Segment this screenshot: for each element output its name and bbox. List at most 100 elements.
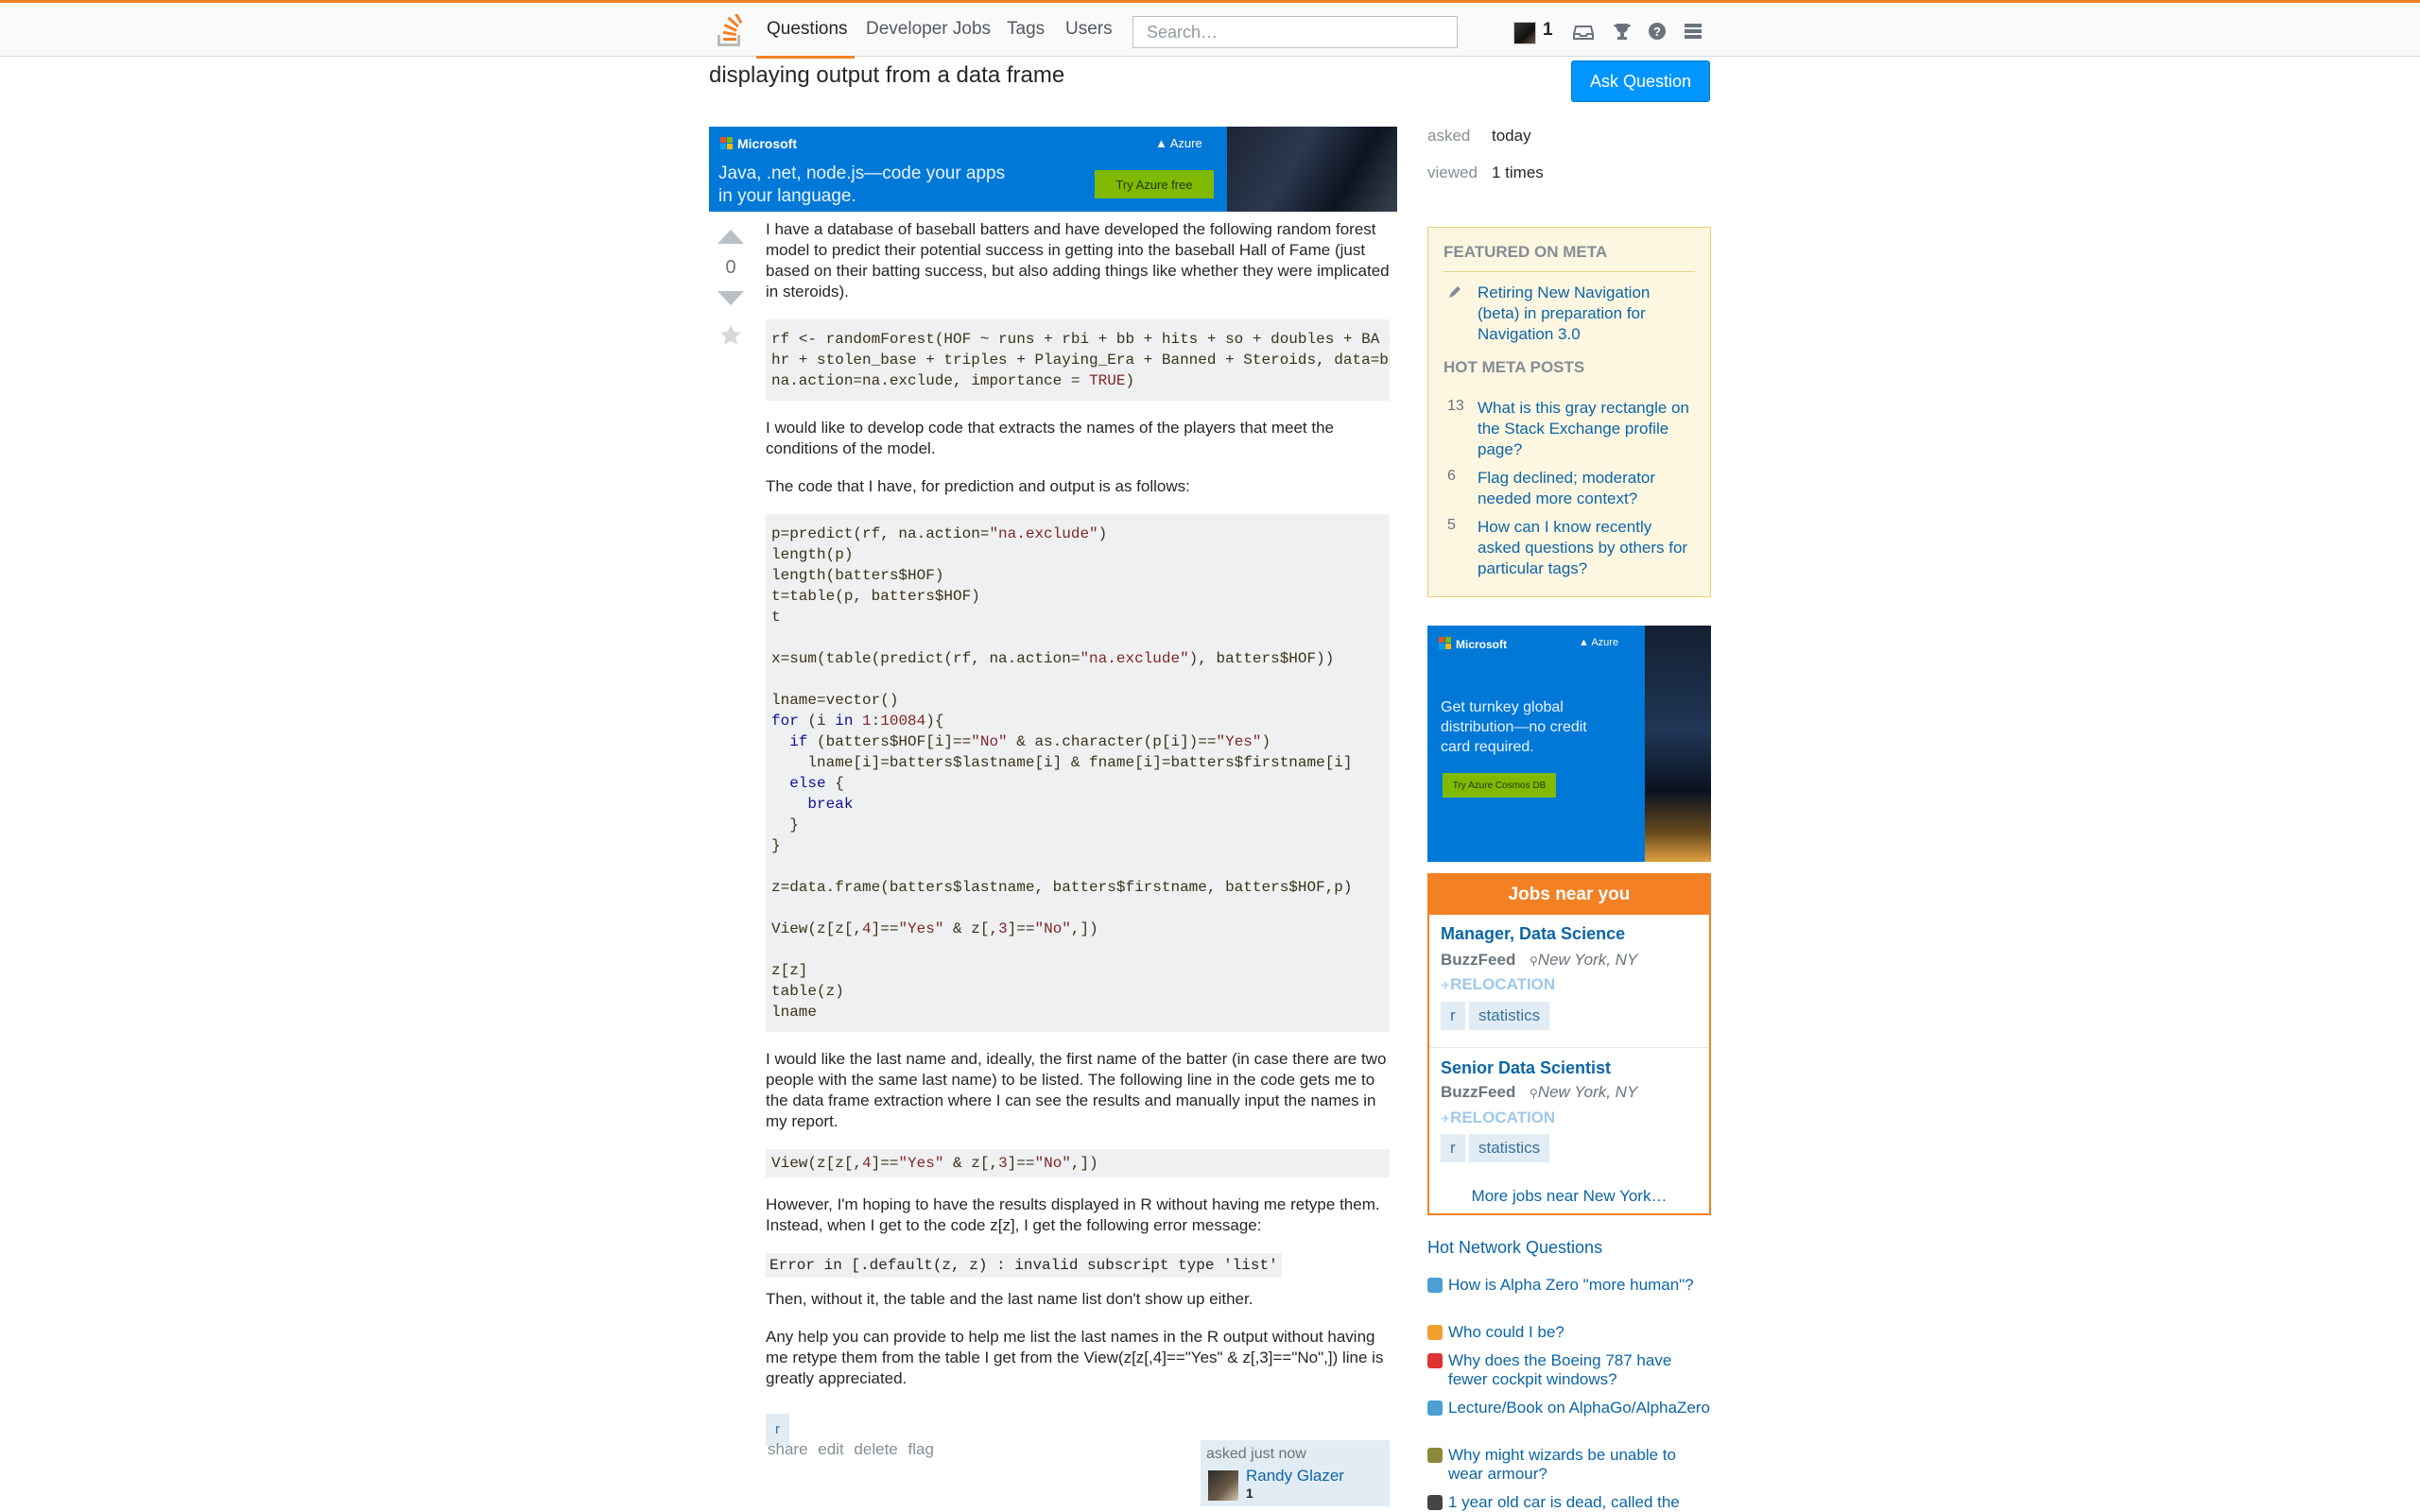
hot-meta-link[interactable]: What is this gray rectangle on the Stack… [1478, 398, 1689, 460]
share-link[interactable]: share [768, 1440, 808, 1458]
vote-count: 0 [725, 257, 736, 278]
owner-name[interactable]: Randy Glazer [1246, 1467, 1344, 1486]
ad-image [1227, 127, 1397, 212]
featured-meta-link[interactable]: Retiring New Navigation (beta) in prepar… [1478, 283, 1689, 345]
hot-meta-posts-heading: Hot Meta Posts [1443, 358, 1585, 376]
code-block-random-forest: rf <- randomForest(HOF ~ runs + rbi + bb… [766, 319, 1390, 401]
job-relocation: ✈Relocation [1441, 975, 1556, 993]
job-tag[interactable]: statistics [1469, 1134, 1550, 1162]
ask-question-button[interactable]: Ask Question [1571, 60, 1710, 102]
hot-network-question-link[interactable]: Why does the Boeing 787 have fewer cockp… [1448, 1351, 1713, 1389]
owner-reputation: 1 [1246, 1486, 1253, 1501]
downvote-arrow-icon[interactable] [716, 289, 746, 308]
more-jobs-link[interactable]: More jobs near New York… [1429, 1187, 1709, 1206]
location-pin-icon: ⚲ [1530, 1087, 1538, 1100]
stack-overflow-logo-icon[interactable] [715, 14, 745, 48]
code-block-view: View(z[z[,4]=="Yes" & z[,3]=="No",]) [766, 1149, 1390, 1177]
post-menu: share edit delete flag [768, 1440, 940, 1459]
post-paragraph: I have a database of baseball batters an… [766, 220, 1390, 301]
job-tag[interactable]: r [1441, 1002, 1465, 1030]
post-paragraph: I would like to develop code that extrac… [766, 419, 1335, 457]
site-favicon-icon [1427, 1325, 1443, 1340]
nav-users[interactable]: Users [1065, 19, 1113, 40]
asked-value: today [1492, 127, 1531, 145]
divider [1429, 1047, 1709, 1048]
achievements-icon[interactable] [1612, 21, 1633, 42]
help-icon[interactable]: ? [1647, 21, 1668, 42]
hot-meta-link[interactable]: How can I know recently asked questions … [1478, 517, 1689, 579]
post-paragraph: Any help you can provide to help me list… [766, 1328, 1384, 1387]
site-switcher-icon[interactable] [1683, 21, 1703, 42]
ad-brand: Microsoft [1439, 637, 1507, 651]
post-owner-card: asked just now Randy Glazer 1 [1201, 1440, 1390, 1506]
ad-cta-button[interactable]: Try Azure Cosmos DB [1443, 773, 1556, 798]
nav-developer-jobs[interactable]: Developer Jobs [866, 19, 991, 40]
hot-network-question-link[interactable]: Who could I be? [1448, 1323, 1713, 1342]
flag-link[interactable]: flag [908, 1440, 933, 1458]
post-paragraph: I would like the last name and, ideally,… [766, 1050, 1387, 1130]
site-favicon-icon [1427, 1448, 1443, 1463]
hot-network-question-link[interactable]: Why might wizards be unable to wear armo… [1448, 1446, 1713, 1484]
sidebar-advertisement[interactable]: Microsoft ▲ Azure Get turnkey global dis… [1427, 626, 1711, 862]
delete-link[interactable]: delete [854, 1440, 897, 1458]
site-favicon-icon [1427, 1278, 1443, 1293]
job-title-link[interactable]: Senior Data Scientist [1441, 1058, 1611, 1078]
ad-product: ▲ Azure [1155, 136, 1202, 150]
top-bar: Questions Developer Jobs Tags Users 1 ? [0, 0, 2420, 59]
job-tag[interactable]: statistics [1469, 1002, 1550, 1030]
ad-tagline: Get turnkey global distribution—no credi… [1441, 699, 1587, 755]
favorite-star-icon[interactable] [718, 323, 743, 348]
site-favicon-icon [1427, 1353, 1443, 1368]
error-message-code: Error in [.default(z, z) : invalid subsc… [766, 1253, 1282, 1278]
post-paragraph: Then, without it, the table and the last… [766, 1290, 1253, 1308]
location-pin-icon: ⚲ [1530, 954, 1538, 968]
ad-image [1645, 626, 1711, 862]
upvote-arrow-icon[interactable] [716, 227, 746, 246]
job-company: BuzzFeed [1441, 951, 1516, 969]
featured-on-meta-heading: Featured on Meta [1443, 243, 1608, 261]
jobs-near-you-box: Jobs near you Manager, Data Science Buzz… [1427, 873, 1711, 1215]
code-block-prediction: p=predict(rf, na.action="na.exclude") le… [766, 514, 1390, 1032]
hot-network-questions-heading[interactable]: Hot Network Questions [1427, 1238, 1602, 1258]
meta-post-score: 5 [1447, 517, 1456, 533]
hot-network-question-link[interactable]: Lecture/Book on AlphaGo/AlphaZero [1448, 1399, 1713, 1418]
job-company: BuzzFeed [1441, 1083, 1516, 1101]
question-body: I have a database of baseball batters an… [766, 219, 1390, 1446]
user-avatar[interactable] [1513, 22, 1536, 44]
viewed-label: viewed [1427, 163, 1478, 181]
meta-post-score: 6 [1447, 468, 1456, 484]
microsoft-logo-icon [720, 137, 734, 150]
meta-pencil-icon [1449, 286, 1461, 298]
edit-link[interactable]: edit [818, 1440, 843, 1458]
hot-network-question-link[interactable]: 1 year old car is dead, called the [1448, 1493, 1713, 1512]
question-title[interactable]: displaying output from a data frame [709, 62, 1064, 89]
inbox-icon[interactable] [1573, 21, 1594, 42]
site-favicon-icon [1427, 1400, 1443, 1416]
nav-tags[interactable]: Tags [1007, 19, 1045, 40]
job-location: ⚲New York, NY [1530, 951, 1638, 969]
job-tag[interactable]: r [1441, 1134, 1465, 1162]
hot-meta-link[interactable]: Flag declined; moderator needed more con… [1478, 468, 1689, 509]
post-paragraph: The code that I have, for prediction and… [766, 477, 1190, 495]
relocation-icon: ✈ [1441, 979, 1451, 992]
search-input[interactable] [1132, 16, 1458, 48]
job-relocation: ✈Relocation [1441, 1108, 1556, 1126]
ad-cta-button[interactable]: Try Azure free [1095, 170, 1214, 198]
nav-questions[interactable]: Questions [767, 19, 848, 40]
meta-post-score: 13 [1447, 398, 1464, 414]
microsoft-logo-icon [1439, 637, 1452, 650]
site-favicon-icon [1427, 1495, 1443, 1510]
ad-tagline: Java, .net, node.js—code your apps in yo… [718, 163, 1006, 206]
advertisement-banner[interactable]: Microsoft ▲ Azure Java, .net, node.js—co… [709, 127, 1397, 212]
divider [1443, 271, 1695, 272]
viewed-value: 1 times [1492, 163, 1544, 181]
nav-active-indicator [756, 56, 855, 59]
user-reputation[interactable]: 1 [1543, 20, 1553, 41]
owner-avatar[interactable] [1208, 1470, 1238, 1501]
job-title-link[interactable]: Manager, Data Science [1441, 924, 1625, 944]
post-paragraph: However, I'm hoping to have the results … [766, 1195, 1380, 1234]
ad-product: ▲ Azure [1579, 637, 1619, 648]
relocation-icon: ✈ [1441, 1112, 1451, 1125]
hot-network-question-link[interactable]: How is Alpha Zero "more human"? [1448, 1276, 1713, 1295]
asked-time: asked just now [1206, 1446, 1306, 1462]
